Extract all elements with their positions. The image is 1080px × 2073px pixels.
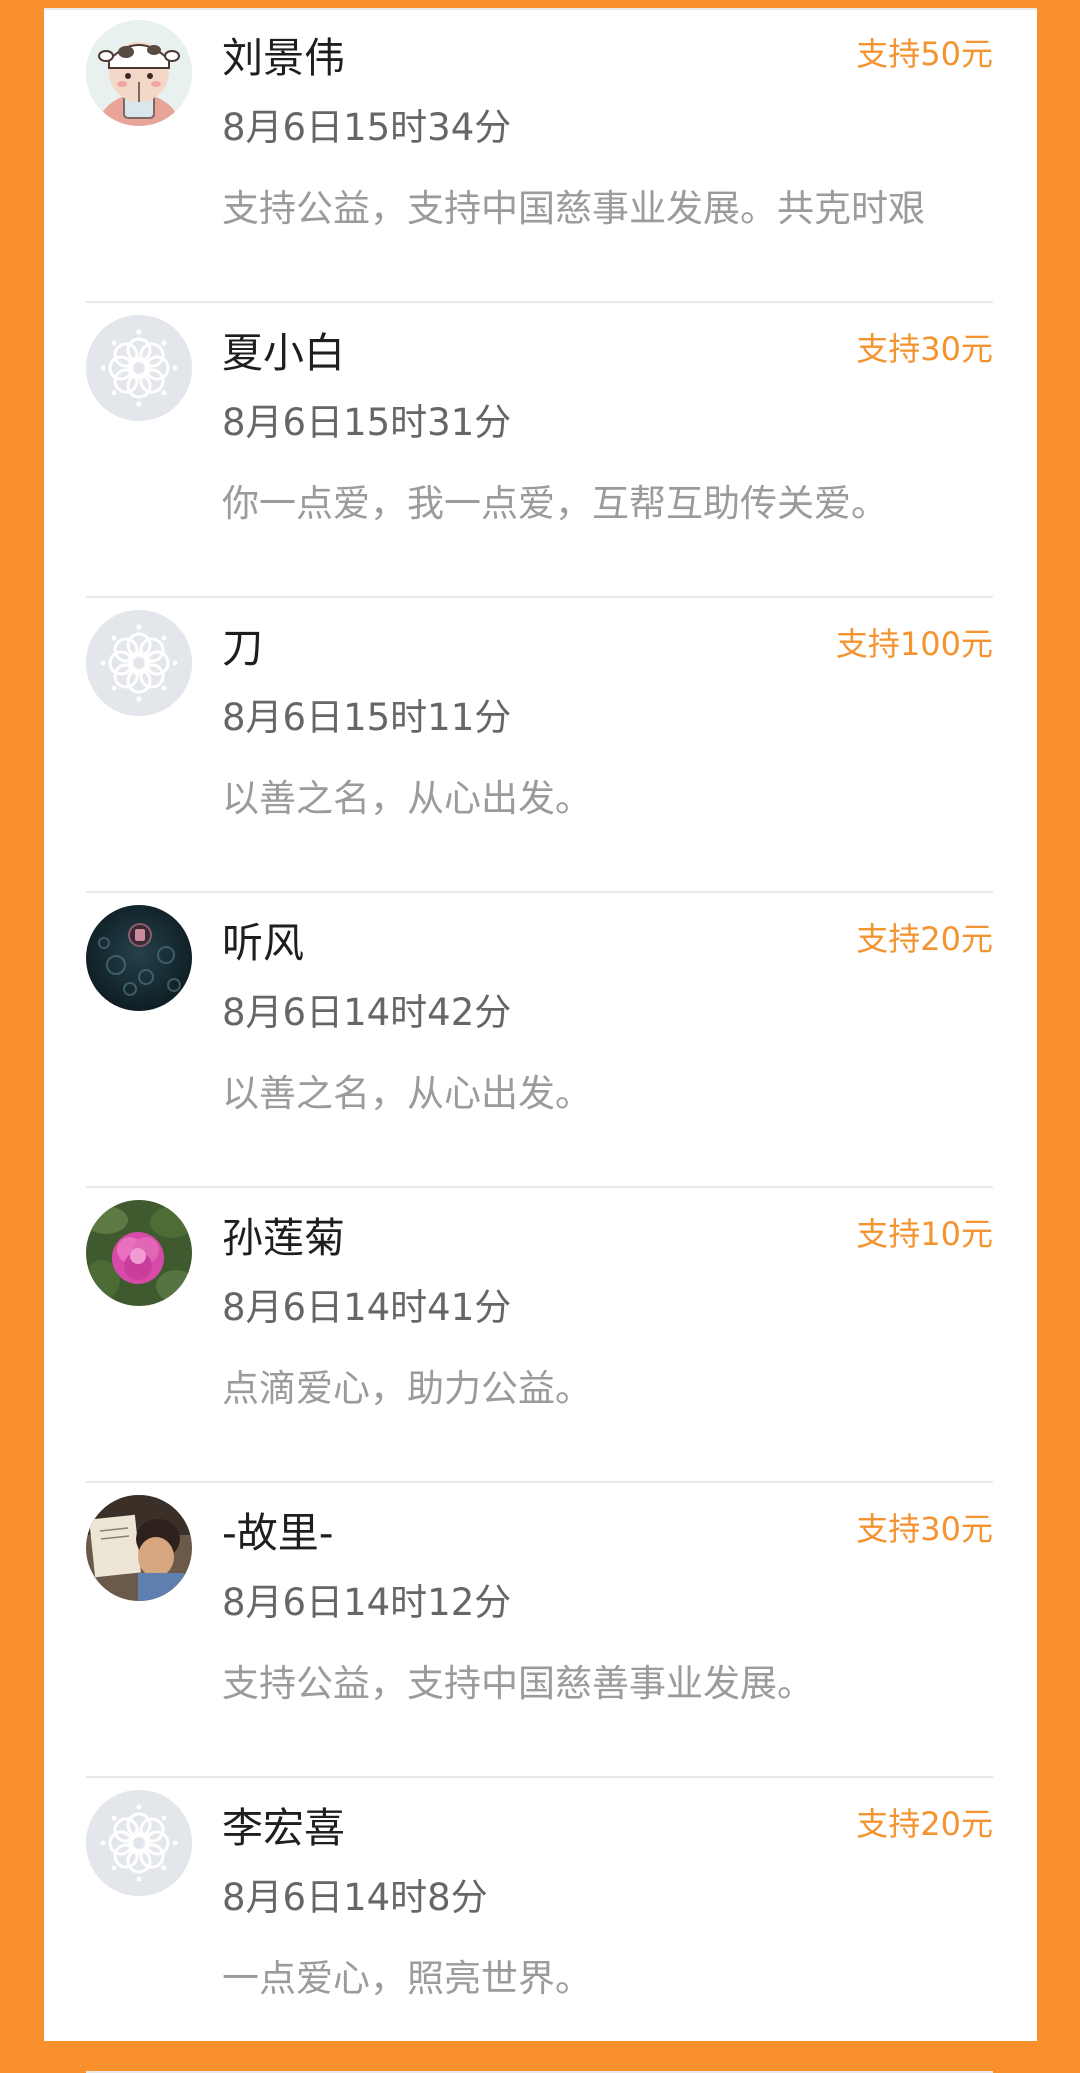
support-message: 以善之名，从心出发。 <box>222 1072 592 1115</box>
supporter-item[interactable]: 李宏喜 8月6日14时8分 一点爱心，照亮世界。 支持20元 <box>86 1778 993 2073</box>
default-flower-avatar-icon <box>86 1790 192 1896</box>
support-amount: 支持20元 <box>856 1805 993 1843</box>
support-time: 8月6日15时31分 <box>222 401 512 444</box>
avatar[interactable] <box>86 315 192 421</box>
supporters-panel: 刘景伟 8月6日15时34分 支持公益，支持中国慈事业发展。共克时艰 支持50元 <box>44 8 1037 2073</box>
supporter-item[interactable]: 孙莲菊 8月6日14时41分 点滴爱心，助力公益。 支持10元 <box>86 1188 993 1483</box>
support-time: 8月6日14时12分 <box>222 1581 512 1624</box>
supporter-item[interactable]: 听风 8月6日14时42分 以善之名，从心出发。 支持20元 <box>86 893 993 1188</box>
default-flower-avatar-icon <box>86 610 192 716</box>
supporter-name: 听风 <box>222 919 304 967</box>
supporter-item[interactable]: -故里- 8月6日14时12分 支持公益，支持中国慈善事业发展。 支持30元 <box>86 1483 993 1778</box>
support-amount: 支持10元 <box>856 1215 993 1253</box>
support-message: 支持公益，支持中国慈事业发展。共克时艰 <box>222 187 925 230</box>
support-message: 你一点爱，我一点爱，互帮互助传关爱。 <box>222 482 888 525</box>
avatar[interactable] <box>86 20 192 126</box>
cartoon-cow-avatar-icon <box>86 20 192 126</box>
avatar[interactable] <box>86 1200 192 1306</box>
support-time: 8月6日15时34分 <box>222 106 512 149</box>
avatar[interactable] <box>86 610 192 716</box>
support-amount: 支持20元 <box>856 920 993 958</box>
support-amount: 支持50元 <box>856 35 993 73</box>
avatar[interactable] <box>86 1495 192 1601</box>
support-message: 点滴爱心，助力公益。 <box>222 1367 592 1410</box>
support-amount: 支持30元 <box>856 330 993 368</box>
support-time: 8月6日15时11分 <box>222 696 512 739</box>
support-message: 以善之名，从心出发。 <box>222 777 592 820</box>
support-message: 支持公益，支持中国慈善事业发展。 <box>222 1662 814 1705</box>
support-amount: 支持100元 <box>835 625 993 663</box>
support-message: 一点爱心，照亮世界。 <box>222 1957 592 2000</box>
avatar[interactable] <box>86 1790 192 1896</box>
support-time: 8月6日14时41分 <box>222 1286 512 1329</box>
supporter-item[interactable]: 夏小白 8月6日15时31分 你一点爱，我一点爱，互帮互助传关爱。 支持30元 <box>86 303 993 598</box>
supporter-item[interactable]: 刘景伟 8月6日15时34分 支持公益，支持中国慈事业发展。共克时艰 支持50元 <box>86 8 993 303</box>
supporter-item[interactable]: 刀 8月6日15时11分 以善之名，从心出发。 支持100元 <box>86 598 993 893</box>
child-reading-avatar-icon <box>86 1495 192 1601</box>
dark-bubbles-avatar-icon <box>86 905 192 1011</box>
support-time: 8月6日14时8分 <box>222 1876 488 1919</box>
default-flower-avatar-icon <box>86 315 192 421</box>
supporter-name: 夏小白 <box>222 329 345 377</box>
supporter-name: 孙莲菊 <box>222 1214 345 1262</box>
support-time: 8月6日14时42分 <box>222 991 512 1034</box>
supporters-list[interactable]: 刘景伟 8月6日15时34分 支持公益，支持中国慈事业发展。共克时艰 支持50元 <box>86 8 993 2073</box>
supporter-name: 刀 <box>222 624 263 672</box>
supporter-name: 李宏喜 <box>222 1804 345 1852</box>
supporter-name: 刘景伟 <box>222 34 345 82</box>
support-amount: 支持30元 <box>856 1510 993 1548</box>
pink-peony-avatar-icon <box>86 1200 192 1306</box>
supporter-name: -故里- <box>222 1509 334 1557</box>
avatar[interactable] <box>86 905 192 1011</box>
